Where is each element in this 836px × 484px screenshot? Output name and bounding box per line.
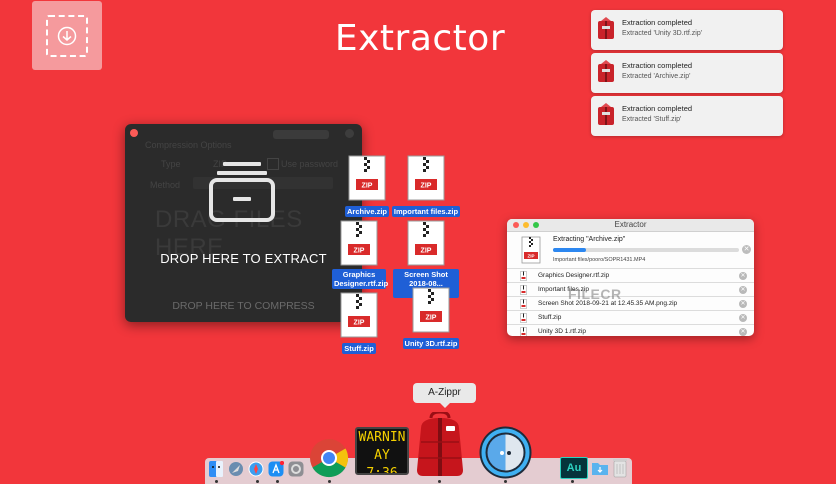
- file-label: Stuff.zip: [342, 343, 376, 354]
- safari-icon[interactable]: [248, 461, 264, 477]
- svg-text:ZIP: ZIP: [362, 183, 373, 190]
- remove-icon[interactable]: ✕: [739, 272, 747, 280]
- zip-archive-icon: [598, 17, 614, 39]
- progress-title: Extracting "Archive.zip": [553, 236, 626, 243]
- a-zippr-icon[interactable]: [413, 412, 467, 478]
- queue-item-name: Stuff.zip: [538, 314, 562, 321]
- notification-title: Extraction completed: [622, 61, 693, 70]
- queue-item-name: Unity 3D 1.rtf.zip: [538, 328, 587, 335]
- cancel-icon[interactable]: ✕: [742, 245, 751, 254]
- svg-text:ZIP: ZIP: [354, 248, 365, 255]
- notification-subtitle: Extracted 'Unity 3D.rtf.zip': [622, 30, 703, 37]
- window-badge: [273, 130, 329, 139]
- running-indicator: [504, 480, 507, 483]
- system-preferences-icon[interactable]: [288, 461, 304, 477]
- window-titlebar[interactable]: Extractor: [507, 219, 754, 232]
- progress-bar: [553, 248, 739, 252]
- queue-row[interactable]: Important files.zip ✕: [507, 282, 754, 297]
- console-line-2: AY 7:36: [366, 448, 398, 475]
- zip-file-icon: ZIP: [406, 155, 446, 201]
- running-indicator: [215, 480, 218, 483]
- svg-text:ZIP: ZIP: [527, 254, 534, 259]
- svg-text:ZIP: ZIP: [354, 320, 365, 327]
- file-label: Unity 3D.rtf.zip: [402, 338, 460, 349]
- progress-bar-fill: [553, 248, 587, 252]
- zip-file-icon: [520, 313, 527, 323]
- running-indicator: [571, 480, 574, 483]
- progress-subtitle: Important files/pooro/SOPR1431.MP4: [553, 257, 646, 263]
- remove-icon[interactable]: ✕: [739, 300, 747, 308]
- page-title: Extractor: [334, 18, 506, 59]
- trash-icon[interactable]: [613, 458, 627, 478]
- watermark: FILECR: [568, 286, 622, 302]
- zip-file-icon: ZIP: [411, 287, 451, 333]
- zip-file-icon: ZIP: [406, 220, 446, 266]
- window-title: Extractor: [614, 220, 647, 229]
- method-label: Method: [150, 180, 181, 190]
- remove-icon[interactable]: ✕: [739, 286, 747, 294]
- downloads-folder-icon[interactable]: [592, 461, 608, 475]
- notification-title: Extraction completed: [622, 104, 693, 113]
- gear-icon[interactable]: [345, 129, 354, 138]
- chat-app-icon[interactable]: [478, 425, 533, 480]
- audition-icon[interactable]: Au: [560, 457, 588, 479]
- file-label: Archive.zip: [344, 206, 389, 217]
- zip-archive-icon: [598, 103, 614, 125]
- close-icon[interactable]: [130, 129, 138, 137]
- svg-text:ZIP: ZIP: [426, 315, 437, 322]
- chrome-icon[interactable]: [309, 438, 349, 478]
- queue-row[interactable]: Screen Shot 2018-09-21 at 12.45.35 AM.pn…: [507, 296, 754, 311]
- zip-archive-icon: [598, 60, 614, 82]
- finder-icon[interactable]: [208, 460, 224, 478]
- dock-tooltip: A-Zippr: [413, 383, 476, 408]
- notification-1[interactable]: Extraction completed Extracted 'Unity 3D…: [591, 10, 783, 50]
- running-indicator: [276, 480, 279, 483]
- file-label: Graphics Designer.rtf.zip: [332, 269, 389, 289]
- zip-file-icon: [520, 327, 527, 336]
- svg-text:ZIP: ZIP: [421, 248, 432, 255]
- zip-file-icon: [520, 285, 527, 295]
- extractor-window[interactable]: Extractor ZIP Extracting "Archive.zip" ✕…: [507, 219, 754, 336]
- notification-subtitle: Extracted 'Stuff.zip': [622, 116, 682, 123]
- download-icon: [46, 14, 88, 57]
- console-app-icon[interactable]: WARNIN AY 7:36: [355, 427, 409, 475]
- file-label: Important files.zip: [391, 206, 461, 217]
- notification-3[interactable]: Extraction completed Extracted 'Stuff.zi…: [591, 96, 783, 136]
- type-label: Type: [161, 159, 181, 169]
- zip-file-icon: [520, 271, 527, 281]
- console-line-1: WARNIN: [358, 430, 406, 445]
- running-indicator: [328, 480, 331, 483]
- queue-row[interactable]: Graphics Designer.rtf.zip ✕: [507, 268, 754, 283]
- extract-tray-icon: [209, 162, 275, 222]
- notification-title: Extraction completed: [622, 18, 693, 27]
- zip-file-icon: ZIP: [347, 155, 387, 201]
- options-title: Compression Options: [145, 140, 232, 150]
- zip-file-icon: ZIP: [339, 220, 379, 266]
- remove-icon[interactable]: ✕: [739, 328, 747, 336]
- queue-row[interactable]: Unity 3D 1.rtf.zip ✕: [507, 324, 754, 336]
- zip-file-icon: ZIP: [339, 292, 379, 338]
- drop-zone-button[interactable]: [32, 1, 102, 70]
- file-icon-unity[interactable]: ZIP Unity 3D.rtf.zip: [392, 287, 470, 379]
- running-indicator: [256, 480, 259, 483]
- app-store-icon[interactable]: [268, 461, 284, 477]
- running-indicator: [438, 480, 441, 483]
- notification-subtitle: Extracted 'Archive.zip': [622, 73, 691, 80]
- queue-item-name: Graphics Designer.rtf.zip: [538, 272, 610, 279]
- zip-file-icon: [520, 299, 527, 309]
- file-icon-stuff[interactable]: ZIP Stuff.zip: [320, 292, 398, 384]
- remove-icon[interactable]: ✕: [739, 314, 747, 322]
- zip-file-icon: ZIP: [521, 236, 541, 264]
- launchpad-icon[interactable]: [228, 461, 244, 477]
- notification-2[interactable]: Extraction completed Extracted 'Archive.…: [591, 53, 783, 93]
- queue-row[interactable]: Stuff.zip ✕: [507, 310, 754, 325]
- svg-text:ZIP: ZIP: [421, 183, 432, 190]
